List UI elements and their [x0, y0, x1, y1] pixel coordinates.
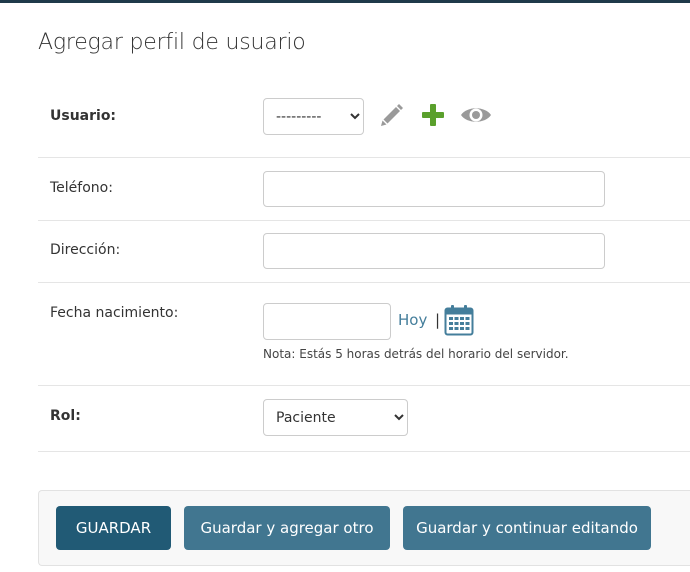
direccion-label: Dirección:	[50, 242, 121, 258]
plus-icon[interactable]	[420, 102, 446, 128]
page-title: Agregar perfil de usuario	[38, 30, 306, 55]
form-row-direccion: Dirección:	[38, 221, 690, 283]
direccion-input[interactable]	[263, 233, 605, 269]
usuario-label: Usuario:	[50, 108, 117, 124]
save-add-another-button[interactable]: Guardar y agregar otro	[184, 506, 390, 550]
save-continue-button[interactable]: Guardar y continuar editando	[403, 506, 651, 550]
rol-select[interactable]: Paciente	[263, 399, 408, 436]
fecha-nacimiento-label: Fecha nacimiento:	[50, 305, 179, 321]
today-link[interactable]: Hoy	[398, 311, 427, 329]
telefono-label: Teléfono:	[50, 180, 113, 196]
eye-icon[interactable]	[459, 102, 493, 128]
timezone-help-text: Nota: Estás 5 horas detrás del horario d…	[263, 347, 569, 361]
calendar-icon[interactable]	[444, 304, 474, 336]
today-separator: |	[435, 311, 441, 329]
top-header-bar	[0, 0, 690, 3]
form-row-usuario: Usuario: ---------	[38, 80, 690, 158]
submit-row: GUARDAR Guardar y agregar otro Guardar y…	[38, 490, 690, 566]
telefono-input[interactable]	[263, 171, 605, 207]
form-row-rol: Rol: Paciente	[38, 386, 690, 452]
usuario-select[interactable]: ---------	[263, 98, 364, 135]
save-button[interactable]: GUARDAR	[56, 506, 171, 550]
rol-label: Rol:	[50, 408, 81, 424]
form-row-fecha-nacimiento: Fecha nacimiento: Hoy | Nota: Estás 5 ho…	[38, 283, 690, 386]
pencil-icon[interactable]	[377, 102, 405, 130]
fecha-nacimiento-input[interactable]	[263, 303, 391, 340]
form-row-telefono: Teléfono:	[38, 158, 690, 221]
